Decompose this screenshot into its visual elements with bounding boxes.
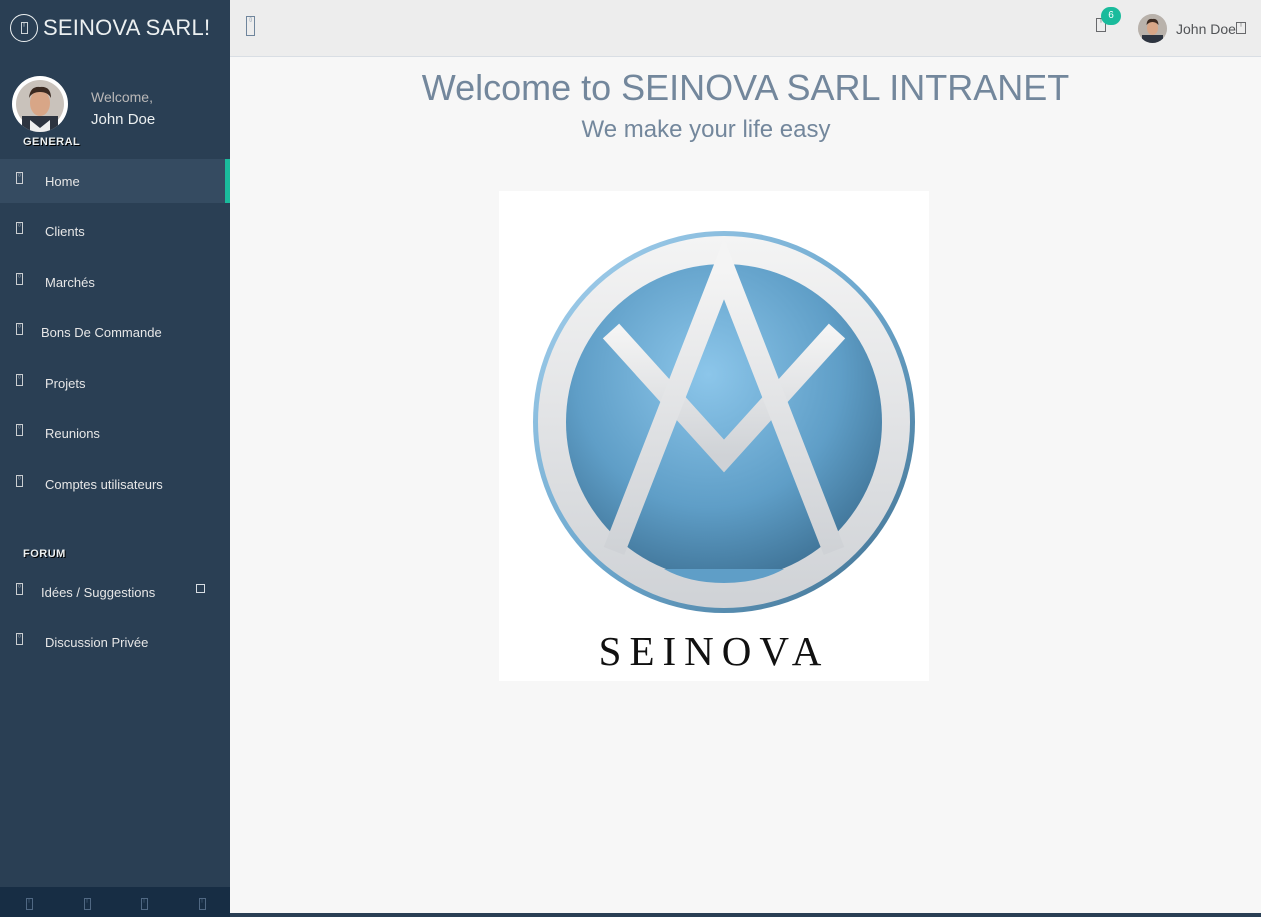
top-navbar: ▯ ▯ 6 John Doe ▯	[230, 0, 1261, 57]
logout-icon[interactable]: ▯	[192, 898, 212, 914]
sidebar-item-label: Projets	[45, 376, 86, 391]
company-logo: SEINOVA	[499, 191, 929, 681]
lightbulb-icon: ▯	[16, 583, 23, 598]
sidebar-item-label: Home	[45, 174, 80, 189]
angle-down-icon[interactable]: ▯	[1236, 21, 1246, 39]
bottom-border	[230, 913, 1261, 917]
menu-toggle-icon[interactable]: ▯	[246, 16, 255, 41]
sidebar-item-home[interactable]: ▯ Home	[0, 159, 230, 203]
calendar-icon: ▯	[16, 424, 23, 439]
avatar	[12, 76, 68, 132]
sidebar-item-projets[interactable]: ▯ Projets	[0, 361, 230, 405]
sidebar: ▯ SEINOVA SARL! Welcome, John Doe GENERA…	[0, 0, 230, 917]
user-avatar[interactable]	[1138, 14, 1167, 43]
user-icon: ▯	[16, 475, 23, 490]
sidebar-item-comptes-utilisateurs[interactable]: ▯ Comptes utilisateurs	[0, 462, 230, 506]
sidebar-item-label: Clients	[45, 224, 85, 239]
file-icon: ▯	[16, 323, 23, 338]
logo-wordmark: SEINOVA	[598, 628, 830, 674]
fullscreen-icon[interactable]: ▯	[77, 898, 97, 914]
sidebar-item-label: Discussion Privée	[45, 635, 149, 650]
page-title: Welcome to SEINOVA SARL INTRANET	[421, 67, 1070, 108]
folder-icon: ▯	[16, 374, 23, 389]
paw-icon: ▯	[10, 14, 38, 42]
users-icon: ▯	[16, 222, 23, 237]
section-title-general: GENERAL	[23, 136, 81, 148]
profile-name: John Doe	[91, 111, 156, 128]
lock-icon[interactable]: ▯	[134, 898, 154, 914]
page-subtitle: We make your life easy	[581, 116, 831, 143]
notification-badge: 6	[1101, 7, 1121, 25]
section-title-forum: FORUM	[23, 548, 66, 560]
sidebar-item-label: Marchés	[45, 275, 95, 290]
sidebar-item-clients[interactable]: ▯ Clients	[0, 209, 230, 253]
sidebar-item-label: Bons De Commande	[41, 325, 162, 340]
settings-icon[interactable]: ▯	[19, 898, 39, 914]
sidebar-item-label: Idées / Suggestions	[41, 585, 156, 600]
chevron-down-icon	[196, 584, 205, 593]
brand-title: SEINOVA SARL!	[43, 15, 211, 40]
sidebar-item-label: Reunions	[45, 426, 100, 441]
sidebar-item-marches[interactable]: ▯ Marchés	[0, 260, 230, 304]
sidebar-item-idees-suggestions[interactable]: ▯ Idées / Suggestions	[0, 570, 230, 614]
home-icon: ▯	[16, 172, 23, 187]
brand[interactable]: ▯ SEINOVA SARL!	[0, 0, 230, 57]
main-content: Welcome to SEINOVA SARL INTRANET We make…	[230, 57, 1261, 913]
sidebar-item-reunions[interactable]: ▯ Reunions	[0, 411, 230, 455]
welcome-label: Welcome,	[91, 89, 153, 105]
sidebar-item-bons-de-commande[interactable]: ▯ Bons De Commande	[0, 310, 230, 354]
comments-icon: ▯	[16, 633, 23, 648]
sidebar-item-label: Comptes utilisateurs	[45, 477, 163, 492]
sidebar-footer: ▯ ▯ ▯ ▯	[0, 887, 230, 917]
briefcase-icon: ▯	[16, 273, 23, 288]
sidebar-item-discussion-privee[interactable]: ▯ Discussion Privée	[0, 620, 230, 664]
user-menu-name[interactable]: John Doe	[1176, 21, 1236, 37]
